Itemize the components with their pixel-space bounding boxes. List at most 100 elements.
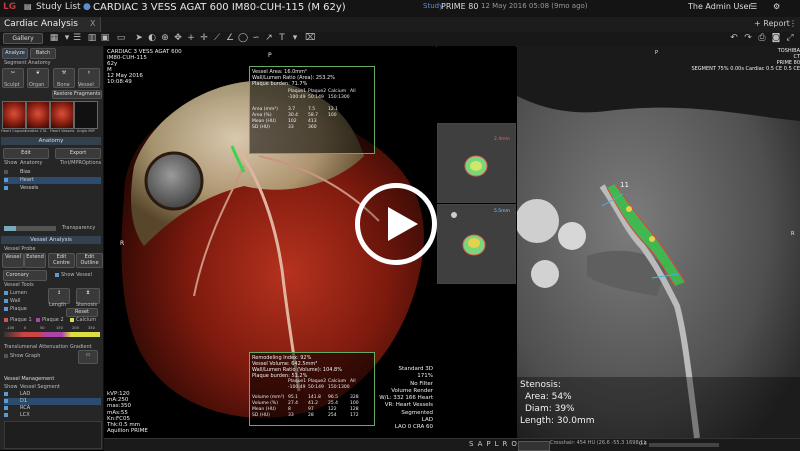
view-orientation-buttons[interactable]: SAPLRO	[469, 440, 521, 450]
menu-icon[interactable]: ☰	[750, 2, 757, 11]
orient-l[interactable]: L	[495, 440, 503, 448]
thumb-heart-vessels[interactable]	[50, 101, 74, 129]
annotation-icon[interactable]: ▭	[116, 34, 126, 43]
study-list-button[interactable]: Study List	[36, 2, 81, 12]
thumb-cardiac-cta[interactable]	[26, 101, 50, 129]
user-name[interactable]: The Admin User	[688, 2, 752, 11]
empty-viewport[interactable]	[437, 46, 516, 122]
tool-lumen[interactable]: Lumen	[4, 290, 27, 296]
layout-split-icon[interactable]: ▥	[87, 34, 97, 43]
tool-plaque[interactable]: Plaque	[4, 306, 27, 312]
vessel-type-select[interactable]: Coronary	[3, 270, 47, 281]
thumb-label-1: Heart Capsule	[1, 129, 27, 133]
capture-icon[interactable]: ⌧	[305, 34, 315, 43]
print-icon[interactable]: ⎙	[757, 34, 767, 43]
vessel-analysis-header[interactable]: Vessel Analysis	[1, 236, 101, 244]
tool-label: Plaque	[10, 306, 27, 312]
vessel-seg-icon: ⚕	[87, 70, 91, 76]
layout-dropdown-icon[interactable]: ▾	[62, 34, 72, 43]
study-name[interactable]: PRIME 80	[441, 2, 478, 11]
pan-icon[interactable]: ✥	[173, 34, 183, 43]
pointer-icon[interactable]: ➤	[134, 34, 144, 43]
probe-extend-button[interactable]: Extend	[24, 253, 46, 268]
thumb-heart-capsule[interactable]	[2, 101, 26, 129]
orient-s[interactable]: S	[469, 440, 478, 448]
anatomy-row-vessels[interactable]: Vessels	[4, 185, 101, 192]
box-cell: 360	[308, 125, 317, 130]
hu-range-slider[interactable]	[4, 332, 100, 337]
scale-tick-1: -100	[6, 326, 15, 330]
anatomy-header[interactable]: Anatomy	[1, 137, 101, 145]
box-ranges: -100:49 50:149 150:1300	[288, 95, 372, 101]
angle-icon[interactable]: ∠	[225, 34, 235, 43]
anatomy-row-heart[interactable]: Heart	[4, 177, 101, 184]
stenosis-length: Length: 30.0mm	[520, 416, 595, 426]
layout-grid-icon[interactable]: ▦	[49, 34, 59, 43]
expand-icon[interactable]: ⤢	[785, 34, 795, 43]
probe-edit-centre-button[interactable]: Edit Centre	[48, 253, 75, 268]
calcium-toggle[interactable]: Calcium	[70, 317, 96, 323]
study-list-icon[interactable]: ▤	[24, 2, 32, 11]
render-line: Volume Render	[391, 387, 433, 394]
text-tool-icon[interactable]: T	[277, 34, 287, 43]
vm-row-label: LCX	[20, 412, 30, 418]
thumb-angio-mip[interactable]	[74, 101, 98, 129]
box-line: Plaque burden: 71.7%	[252, 81, 308, 87]
crosshair-icon[interactable]: +	[186, 34, 196, 43]
camera-icon[interactable]: ◙	[771, 34, 781, 43]
move-icon[interactable]: ✛	[199, 34, 209, 43]
restore-fragments-button[interactable]: Restore Fragments	[52, 90, 102, 99]
segment-anatomy-label: Segment Anatomy	[4, 60, 51, 66]
vessel-list-area[interactable]	[4, 421, 102, 449]
zoom-icon[interactable]: ⊕	[160, 34, 170, 43]
layout-list-icon[interactable]: ☰	[72, 34, 82, 43]
scale-tick-3: 50	[40, 326, 45, 330]
plaque1-toggle[interactable]: Plaque 1	[4, 317, 32, 323]
window-level-icon[interactable]: ◐	[147, 34, 157, 43]
ruler-icon[interactable]: ⟋	[212, 34, 222, 43]
settings-icon[interactable]: ⚙	[773, 2, 780, 11]
close-tab-icon[interactable]: X	[90, 19, 95, 28]
tab-batch[interactable]: Batch	[30, 48, 56, 59]
anatomy-export-button[interactable]: Export	[55, 148, 101, 159]
anatomy-row-bias[interactable]: Bias	[4, 169, 101, 176]
orient-p[interactable]: P	[486, 440, 494, 448]
vm-row-d1[interactable]: D1	[4, 398, 101, 405]
cross-section-viewport-1[interactable]: 2.4mm	[437, 123, 516, 203]
redo-icon[interactable]: ↷	[743, 34, 753, 43]
cross-section-viewport-2[interactable]: 5.5mm	[437, 204, 516, 284]
show-vessel-checkbox[interactable]: Show Vessel	[55, 272, 92, 278]
render-line: LAO 0 CRA 60	[394, 424, 433, 431]
freehand-icon[interactable]: ∽	[251, 34, 261, 43]
play-icon	[388, 207, 418, 241]
tool-label: Lumen	[10, 290, 27, 296]
box-table: Area (mm²) 3.7 7.5 12.1 Area (%) 30.4 58.7 100…	[252, 107, 372, 131]
box-cell: 328	[350, 395, 359, 400]
slice-slider[interactable]	[649, 443, 719, 447]
vm-row-lad[interactable]: LAD	[4, 391, 101, 398]
report-button[interactable]: + Report	[754, 19, 790, 28]
plaque2-toggle[interactable]: Plaque 2	[36, 317, 64, 323]
gallery-button[interactable]: Gallery	[3, 33, 43, 44]
arrow-icon[interactable]: ↗	[264, 34, 274, 43]
empty-viewport-bottom[interactable]	[437, 285, 516, 438]
more-tools-icon[interactable]: ▾	[290, 34, 300, 43]
layout-single-icon[interactable]: ▣	[100, 34, 110, 43]
undo-icon[interactable]: ↶	[729, 34, 739, 43]
tab-analyze[interactable]: Analyze	[2, 48, 28, 59]
box-title: Vessel Area: 16.0mm²	[252, 69, 308, 75]
graph-button[interactable]: ▭	[78, 350, 98, 364]
play-button[interactable]	[355, 183, 437, 265]
anatomy-edit-button[interactable]: Edit	[3, 148, 49, 159]
more-options-icon[interactable]: ⋮	[789, 19, 797, 28]
vm-row-lcx[interactable]: LCX	[4, 412, 101, 419]
organ-icon: ❦	[35, 70, 41, 76]
ellipse-icon[interactable]: ◯	[238, 34, 248, 43]
tool-wall[interactable]: Wall	[4, 298, 20, 304]
box-cell: 12.1	[328, 107, 339, 112]
show-graph-checkbox[interactable]: Show Graph	[4, 353, 40, 359]
probe-edit-outline-button[interactable]: Edit Outline	[76, 253, 103, 268]
vm-row-rca[interactable]: RCA	[4, 405, 101, 412]
reset-button[interactable]: Reset	[66, 308, 98, 317]
probe-vessel-button[interactable]: Vessel	[2, 253, 24, 268]
